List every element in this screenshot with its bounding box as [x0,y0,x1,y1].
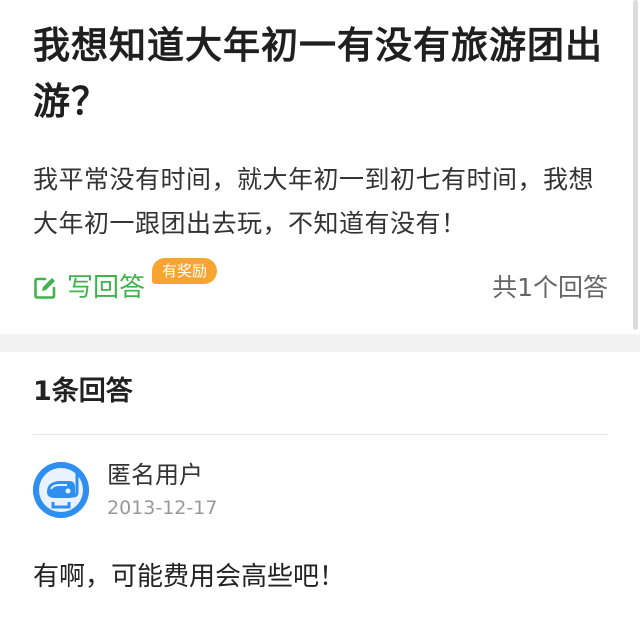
answer-date: 2013-12-17 [107,497,218,519]
edit-icon [33,276,57,300]
question-card: 我想知道大年初一有没有旅游团出游？ 我平常没有时间，就大年初一到初七有时间，我想… [0,0,640,334]
answers-header: 1条回答 [33,376,133,407]
write-answer-button[interactable]: 写回答 [33,268,145,308]
write-answer-label: 写回答 [67,273,146,303]
section-divider [0,334,640,352]
anonymous-avatar-icon[interactable] [33,462,89,518]
scrollbar[interactable] [633,0,638,330]
question-description: 我平常没有时间，就大年初一到初七有时间，我想大年初一跟团出去玩，不知道有没有！ [33,165,595,238]
answer-text: 有啊，可能费用会高些吧！ [33,562,346,592]
question-title: 我想知道大年初一有没有旅游团出游？ [33,24,603,123]
answers-section: 1条回答 匿名用户 2013-12-17 有啊，可能费用会高些吧！ [0,352,640,617]
answer-count[interactable]: 共1个回答 [492,268,608,308]
reward-badge: 有奖励 [152,258,218,284]
divider [33,434,608,435]
answer-user-name[interactable]: 匿名用户 [107,458,203,492]
